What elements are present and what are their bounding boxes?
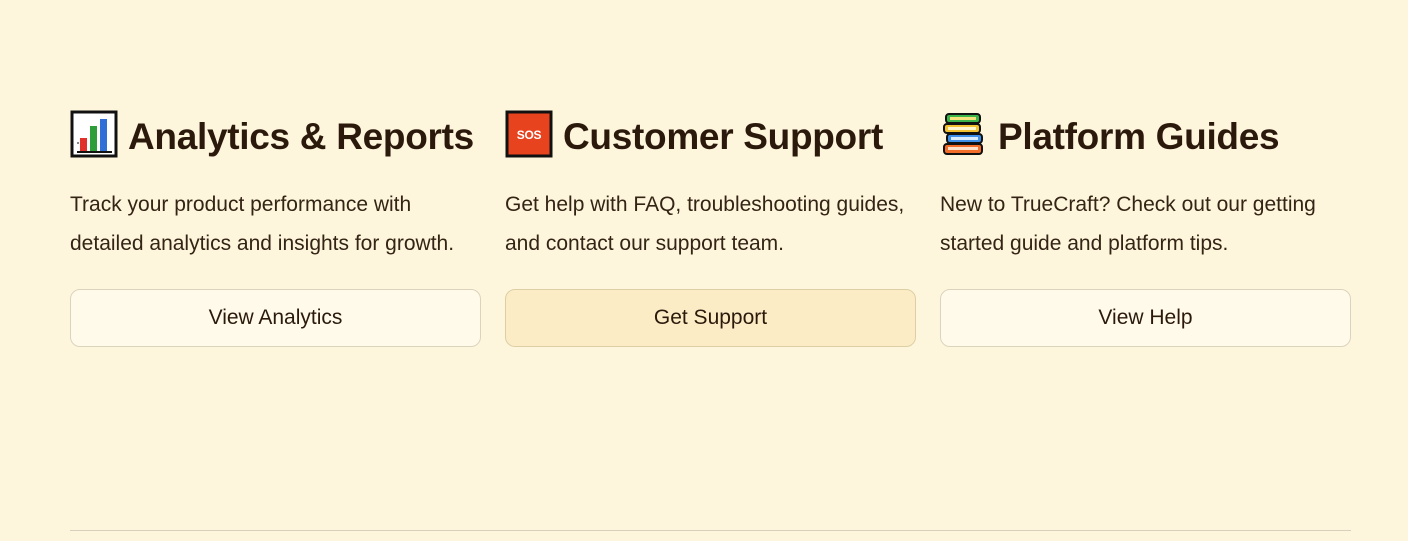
view-help-button[interactable]: View Help bbox=[940, 289, 1351, 347]
guides-card-description: New to TrueCraft? Check out our getting … bbox=[940, 193, 1316, 255]
support-card: SOS Customer Support Get help with FAQ, t… bbox=[505, 110, 916, 347]
view-analytics-button[interactable]: View Analytics bbox=[70, 289, 481, 347]
guides-card-title-text: Platform Guides bbox=[998, 116, 1280, 157]
analytics-card-description: Track your product performance with deta… bbox=[70, 193, 455, 255]
bar-chart-icon bbox=[70, 110, 118, 158]
feature-cards: Analytics & Reports Track your product p… bbox=[70, 110, 1351, 347]
svg-text:SOS: SOS bbox=[517, 128, 542, 142]
analytics-card-title-text: Analytics & Reports bbox=[128, 116, 474, 157]
support-card-description: Get help with FAQ, troubleshooting guide… bbox=[505, 193, 905, 255]
guides-card: Platform Guides New to TrueCraft? Check … bbox=[940, 110, 1351, 347]
get-support-button[interactable]: Get Support bbox=[505, 289, 916, 347]
books-icon bbox=[940, 110, 988, 158]
sos-icon: SOS bbox=[505, 110, 553, 158]
support-card-title: SOS Customer Support bbox=[505, 110, 916, 162]
support-card-title-text: Customer Support bbox=[563, 116, 883, 157]
analytics-card: Analytics & Reports Track your product p… bbox=[70, 110, 481, 347]
section-divider bbox=[70, 530, 1351, 531]
guides-card-title: Platform Guides bbox=[940, 110, 1351, 162]
analytics-card-title: Analytics & Reports bbox=[70, 110, 481, 162]
